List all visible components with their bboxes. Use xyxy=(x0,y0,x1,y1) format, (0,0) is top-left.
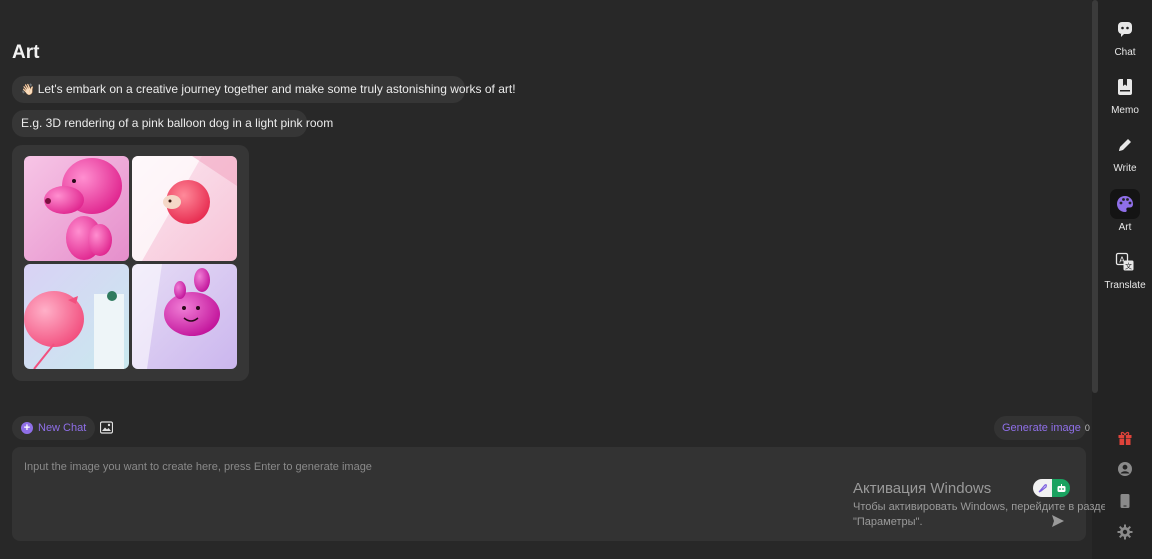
page-title: Art xyxy=(12,42,40,63)
main-panel: Art 👋🏻 Let's embark on a creative journey… xyxy=(0,0,1092,559)
balloon-dog-image-1 xyxy=(24,156,129,261)
balloon-dog-image-3 xyxy=(24,264,129,369)
sidebar-item-label: Chat xyxy=(1114,47,1136,58)
waving-hand-icon: 👋🏻 xyxy=(21,84,35,96)
intro-message: 👋🏻 Let's embark on a creative journey tog… xyxy=(12,76,516,103)
user-account-icon[interactable] xyxy=(1117,461,1133,477)
generated-images-card xyxy=(12,145,249,381)
send-icon[interactable] xyxy=(1051,514,1065,528)
new-chat-label: New Chat xyxy=(38,422,87,434)
example-prompt[interactable]: E.g. 3D rendering of a pink balloon dog … xyxy=(12,110,333,137)
balloon-dog-image-4 xyxy=(132,264,237,369)
robot-extension-icon[interactable] xyxy=(1052,479,1070,497)
translate-icon: A文 xyxy=(1110,247,1140,277)
sidebar-item-label: Write xyxy=(1113,163,1137,174)
gift-icon[interactable] xyxy=(1117,430,1133,446)
windows-activation-line-2: "Параметры". xyxy=(853,516,923,528)
extension-icons xyxy=(1033,479,1070,497)
plus-circle-icon: + xyxy=(21,422,33,434)
new-chat-button[interactable]: + New Chat xyxy=(12,416,96,440)
sidebar-item-label: Memo xyxy=(1111,105,1139,116)
mobile-phone-icon[interactable] xyxy=(1117,493,1133,509)
pen-icon xyxy=(1110,130,1140,160)
generate-image-button[interactable]: Generate image 0 xyxy=(994,416,1090,440)
sidebar-item-label: Translate xyxy=(1104,280,1146,291)
generated-image-4[interactable] xyxy=(132,264,237,369)
svg-text:文: 文 xyxy=(1125,262,1132,271)
sidebar-item-write[interactable]: Write xyxy=(1098,130,1152,188)
sidebar-item-chat[interactable]: Chat xyxy=(1098,14,1152,72)
sidebar-item-art[interactable]: Art xyxy=(1098,189,1152,247)
windows-activation-line-1: Чтобы активировать Windows, перейдите в … xyxy=(853,501,1105,513)
generated-image-1[interactable] xyxy=(24,156,129,261)
generate-count-badge: 0 xyxy=(1084,423,1090,433)
prompt-input[interactable] xyxy=(24,458,824,476)
sidebar-item-translate[interactable]: A文 Translate xyxy=(1098,247,1152,305)
feather-extension-icon[interactable] xyxy=(1033,479,1052,497)
intro-message-text: Let's embark on a creative journey toget… xyxy=(37,82,516,96)
balloon-dog-image-2 xyxy=(132,156,237,261)
settings-gear-icon[interactable] xyxy=(1117,524,1133,540)
sidebar-item-memo[interactable]: Memo xyxy=(1098,72,1152,130)
windows-activation-title: Активация Windows xyxy=(853,480,992,497)
memo-icon xyxy=(1110,72,1140,102)
sidebar-item-label: Art xyxy=(1118,222,1132,233)
generate-image-label: Generate image xyxy=(1002,422,1081,434)
generated-image-2[interactable] xyxy=(132,156,237,261)
palette-icon xyxy=(1110,189,1140,219)
chat-icon xyxy=(1110,14,1140,44)
image-upload-icon[interactable] xyxy=(100,421,113,434)
windows-activation-text: Чтобы активировать Windows, перейдите в … xyxy=(853,500,1105,530)
generated-image-3[interactable] xyxy=(24,264,129,369)
